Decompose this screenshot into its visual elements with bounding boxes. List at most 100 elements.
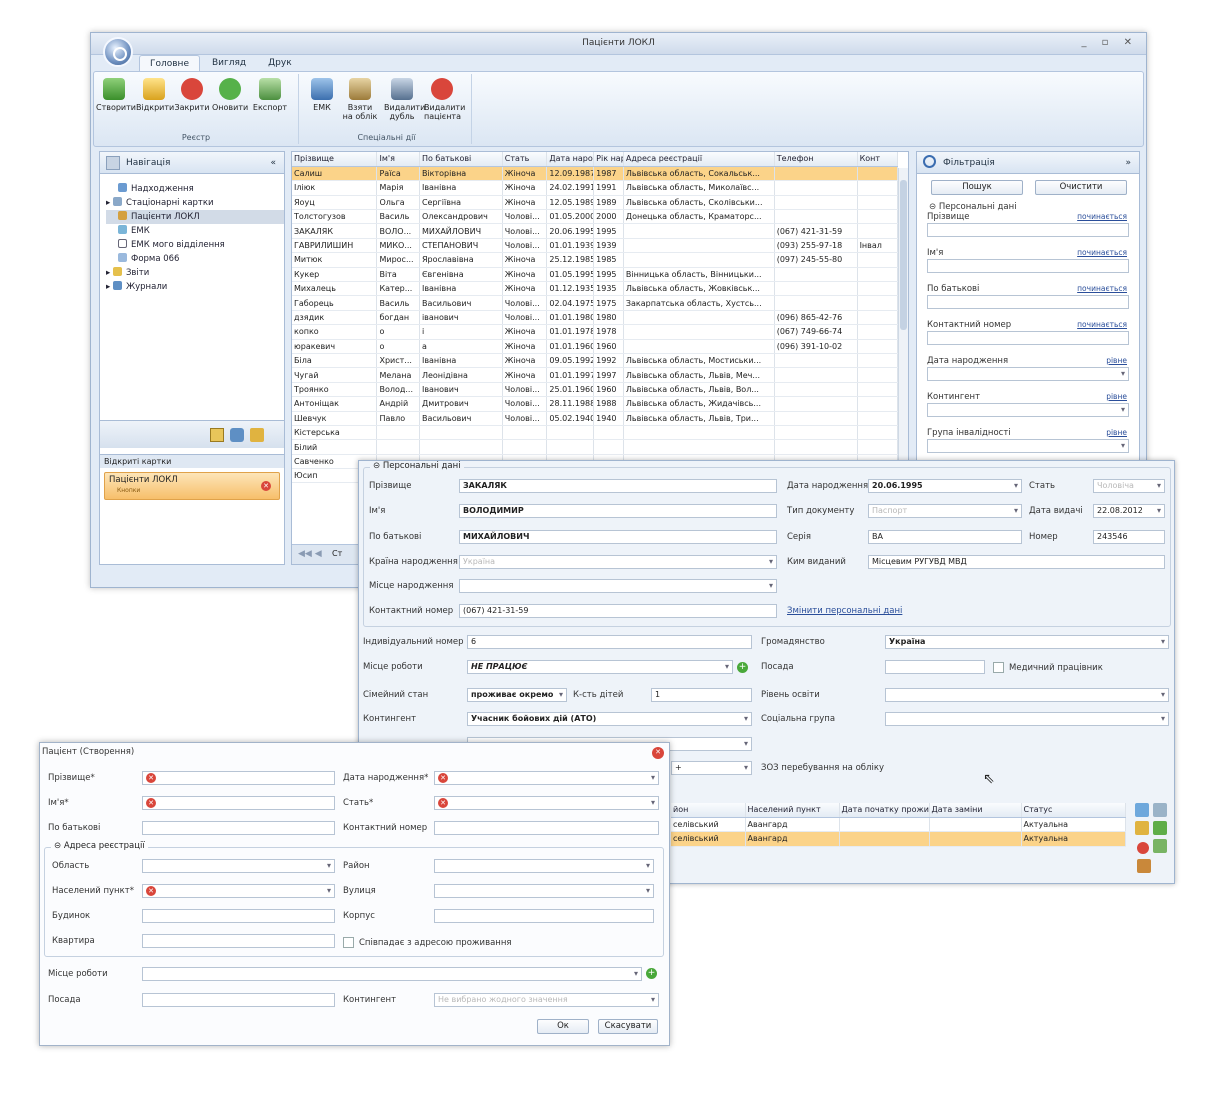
surname-field[interactable]: ЗАКАЛЯК — [459, 479, 777, 493]
flat-field[interactable] — [142, 934, 335, 948]
column-header[interactable]: Статус — [1021, 803, 1126, 818]
nav-item-admissions[interactable]: Надходження — [106, 182, 284, 196]
filter-mode-link[interactable]: починається — [1077, 248, 1127, 257]
table-row[interactable]: Троянко Волод... Іванович Чолові... 25.01.19… — [292, 382, 899, 398]
table-row[interactable]: Митюк Мирос... Ярославівна Жіноча 25.12.1985… — [292, 252, 899, 268]
close-card-icon[interactable]: ✕ — [261, 481, 271, 491]
number-field[interactable]: 243546 — [1093, 530, 1165, 544]
column-header[interactable]: йон — [671, 803, 746, 818]
change-personal-data-link[interactable]: Змінити персональні дані — [787, 606, 902, 616]
filter-input[interactable] — [927, 223, 1129, 237]
work-select[interactable]: НЕ ПРАЦЮЄ — [467, 660, 733, 674]
nav-item-journals[interactable]: ▸ Журнали — [106, 280, 284, 294]
filter-mode-link[interactable]: рівне — [1106, 428, 1127, 437]
table-row[interactable]: ГАВРИЛИШИН МИКО... СТЕПАНОВИЧ Чолові... 01.0… — [292, 238, 899, 254]
column-header[interactable]: Ім'я — [376, 152, 420, 167]
filter-mode-link[interactable]: рівне — [1106, 356, 1127, 365]
contingent-select[interactable]: Учасник бойових дій (АТО) — [467, 712, 752, 726]
filter-mode-link[interactable]: починається — [1077, 212, 1127, 221]
table-row[interactable]: Біла Христ... Іванівна Жіноча 09.05.1992 1992… — [292, 353, 899, 369]
table-row[interactable]: дзядик богдан іванович Чолові... 01.01.1980 1… — [292, 310, 899, 326]
add-work-icon[interactable]: + — [646, 968, 657, 979]
surname-field[interactable]: ✕ — [142, 771, 335, 785]
filter-group-title[interactable]: ⊝ Персональні дані — [929, 202, 1017, 212]
add-work-icon[interactable]: + — [737, 662, 748, 673]
nav-item-inpatient-cards[interactable]: ▸ Стаціонарні картки — [106, 196, 284, 210]
table-row[interactable]: Чугай Мелана Леонідівна Жіноча 01.01.1997 199… — [292, 367, 899, 383]
filter-mode-link[interactable]: рівне — [1106, 392, 1127, 401]
work-select[interactable] — [142, 967, 642, 981]
folder-icon[interactable] — [1135, 821, 1149, 835]
table-row[interactable]: Кістерська — [292, 425, 899, 441]
clear-button[interactable]: Очистити — [1035, 180, 1127, 195]
education-select[interactable] — [885, 688, 1169, 702]
table-row[interactable]: юракевич о а Жіноча 01.01.1960 1960 (096) 391-… — [292, 339, 899, 354]
collapse-icon[interactable]: « — [270, 152, 276, 174]
filter-input[interactable] — [927, 331, 1129, 345]
table-row[interactable]: Салиш Раїса Вікторівна Жіноча 12.09.1987 1987… — [292, 166, 899, 182]
column-header[interactable]: Стать — [502, 152, 548, 167]
tab-home[interactable]: Головне — [139, 55, 200, 72]
column-header[interactable]: Адреса реєстрації — [623, 152, 775, 167]
filter-input[interactable] — [927, 403, 1129, 417]
view-icon[interactable] — [1135, 803, 1149, 817]
town-select[interactable]: ✕ — [142, 884, 335, 898]
grid-scrollbar[interactable] — [898, 168, 908, 498]
table-row[interactable]: селівський Авангард Актуальна — [671, 831, 1126, 847]
patronymic-field[interactable] — [142, 821, 335, 835]
column-header[interactable]: Рік нарож — [593, 152, 624, 167]
table-row[interactable]: селівський Авангард Актуальна — [671, 817, 1126, 833]
issuer-field[interactable]: Місцевим РУГУВД МВД — [868, 555, 1165, 569]
patronymic-field[interactable]: МИХАЙЛОВИЧ — [459, 530, 777, 544]
tab-view[interactable]: Вигляд — [202, 55, 256, 72]
table-row[interactable]: Яоуц Ольга Сергіївна Жіноча 12.05.1989 1989 Ль… — [292, 195, 899, 211]
column-header[interactable]: Населений пункт — [745, 803, 840, 818]
position-field[interactable] — [885, 660, 985, 674]
nav-item-reports[interactable]: ▸ Звіти — [106, 266, 284, 280]
sex-select[interactable]: ✕ — [434, 796, 659, 810]
dob-field[interactable]: ✕ — [434, 771, 659, 785]
search-button[interactable]: Пошук — [931, 180, 1023, 195]
citizenship-select[interactable]: Україна — [885, 635, 1169, 649]
nav-item-my-department-emk[interactable]: ЕМК мого відділення — [106, 238, 284, 252]
scroll-thumb[interactable] — [900, 180, 907, 330]
column-header[interactable]: Прізвище — [292, 152, 378, 167]
cancel-button[interactable]: Скасувати — [598, 1019, 658, 1034]
folder-icon[interactable] — [250, 428, 264, 442]
zoz-select[interactable]: + — [671, 761, 752, 775]
filter-input[interactable] — [927, 259, 1129, 273]
kids-field[interactable]: 1 — [651, 688, 752, 702]
remove-duplicate-button[interactable]: Видалити дубль — [384, 78, 425, 121]
table-row[interactable]: ЗАКАЛЯК ВОЛО... МИХАЙЛОВИЧ Чолові... 20.06.1… — [292, 223, 899, 239]
table-row[interactable]: Кукер Віта Євгенівна Жіноча 01.05.1995 1995 Ві… — [292, 267, 899, 283]
series-field[interactable]: ВА — [868, 530, 1022, 544]
history-icon[interactable] — [1137, 859, 1151, 873]
ok-button[interactable]: Ок — [537, 1019, 589, 1034]
filter-input[interactable] — [927, 439, 1129, 453]
doctype-select[interactable]: Паспорт — [868, 504, 1022, 518]
sex-select[interactable]: Чоловіча — [1093, 479, 1165, 493]
column-header[interactable]: Дата початку прожи — [839, 803, 930, 818]
open-button[interactable]: Відкрити — [136, 78, 174, 112]
tab-print[interactable]: Друк — [258, 55, 302, 72]
table-row[interactable]: Білий — [292, 439, 899, 455]
dialog-close-icon[interactable]: ✕ — [652, 747, 664, 759]
country-select[interactable]: Україна — [459, 555, 777, 569]
nav-item-form-066[interactable]: Форма 066 — [106, 252, 284, 266]
filter-mode-link[interactable]: починається — [1077, 284, 1127, 293]
create-button[interactable]: Створити — [96, 78, 136, 112]
register-button[interactable]: Взяти на облік — [342, 78, 378, 121]
patients-icon[interactable] — [230, 428, 244, 442]
nav-item-patients[interactable]: Пацієнти ЛОКЛ — [106, 210, 284, 224]
contingent-select[interactable]: Не вибрано жодного значення — [434, 993, 659, 1007]
column-header[interactable]: Телефон — [774, 152, 858, 167]
column-header[interactable]: По батькові — [419, 152, 503, 167]
open-card-tab[interactable]: Пацієнти ЛОКЛ Кнопки ✕ — [104, 472, 280, 500]
filter-mode-link[interactable]: починається — [1077, 320, 1127, 329]
refresh-button[interactable]: Оновити — [212, 78, 248, 112]
dob-field[interactable]: 20.06.1995 — [868, 479, 1022, 493]
column-header[interactable]: Дата народж — [546, 152, 595, 167]
table-row[interactable]: Антоніщак Андрій Дмитрович Чолові... 28.11.1… — [292, 396, 899, 412]
table-row[interactable]: Габорець Василь Васильович Чолові... 02.04.1… — [292, 295, 899, 311]
app-menu-orb[interactable] — [103, 37, 133, 67]
